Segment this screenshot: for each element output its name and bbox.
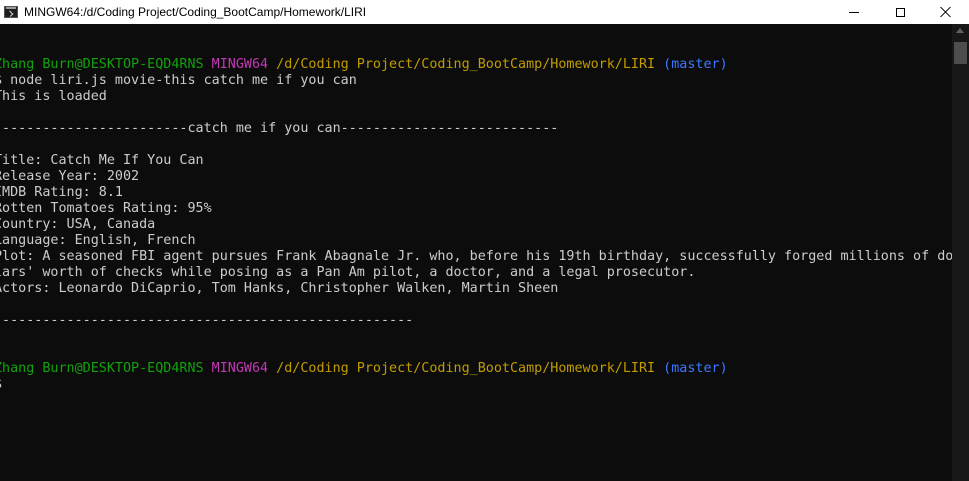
scrollbar-thumb[interactable] (954, 42, 967, 64)
scroll-up-arrow-icon[interactable] (956, 28, 964, 33)
maximize-button[interactable] (877, 0, 923, 24)
minimize-button[interactable] (831, 0, 877, 24)
prompt-line: Zhang Burn@DESKTOP-EQD4RNS MINGW64 /d/Co… (0, 57, 954, 73)
prompt-line: Zhang Burn@DESKTOP-EQD4RNS MINGW64 /d/Co… (0, 361, 954, 377)
movie-actors: Actors: Leonardo DiCaprio, Tom Hanks, Ch… (0, 281, 559, 296)
prompt-symbol: $ (0, 377, 2, 392)
prompt-path: /d/Coding Project/Coding_BootCamp/Homewo… (276, 361, 656, 376)
prompt-user-host: Zhang Burn@DESKTOP-EQD4RNS (0, 361, 204, 376)
prompt-path: /d/Coding Project/Coding_BootCamp/Homewo… (276, 57, 656, 72)
title-bar[interactable]: MINGW64:/d/Coding Project/Coding_BootCam… (0, 0, 969, 24)
command-line: $ node liri.js movie-this catch me if yo… (0, 73, 357, 88)
prompt-branch: (master) (663, 361, 728, 376)
movie-language: Language: English, French (0, 233, 196, 248)
prompt-branch: (master) (663, 57, 728, 72)
movie-release-year: Release Year: 2002 (0, 169, 140, 184)
movie-plot-line-2: lars' worth of checks while posing as a … (0, 265, 696, 280)
window-controls (831, 0, 969, 24)
footer-divider: ----------------------------------------… (0, 313, 414, 328)
maximize-icon (895, 7, 905, 17)
terminal-icon[interactable] (4, 6, 18, 18)
movie-title: Title: Catch Me If You Can (0, 153, 204, 168)
terminal-window: MINGW64:/d/Coding Project/Coding_BootCam… (0, 0, 969, 481)
movie-imdb-rating: IMDB Rating: 8.1 (0, 185, 123, 200)
input-line[interactable]: $ (0, 377, 954, 393)
close-button[interactable] (923, 0, 969, 24)
movie-country: Country: USA, Canada (0, 217, 156, 232)
prompt-shell: MINGW64 (211, 57, 269, 72)
loaded-message: This is loaded (0, 89, 107, 104)
close-icon (940, 6, 952, 18)
prompt-shell: MINGW64 (211, 361, 269, 376)
header-divider: ------------------------catch me if you … (0, 121, 559, 136)
movie-plot-line-1: Plot: A seasoned FBI agent pursues Frank… (0, 249, 954, 264)
prompt-user-host: Zhang Burn@DESKTOP-EQD4RNS (0, 57, 204, 72)
vertical-scrollbar[interactable] (952, 24, 969, 481)
window-title: MINGW64:/d/Coding Project/Coding_BootCam… (24, 5, 367, 19)
terminal-output[interactable]: Zhang Burn@DESKTOP-EQD4RNS MINGW64 /d/Co… (0, 57, 954, 477)
minimize-icon (849, 11, 859, 13)
movie-rotten-tomatoes: Rotten Tomatoes Rating: 95% (0, 201, 212, 216)
